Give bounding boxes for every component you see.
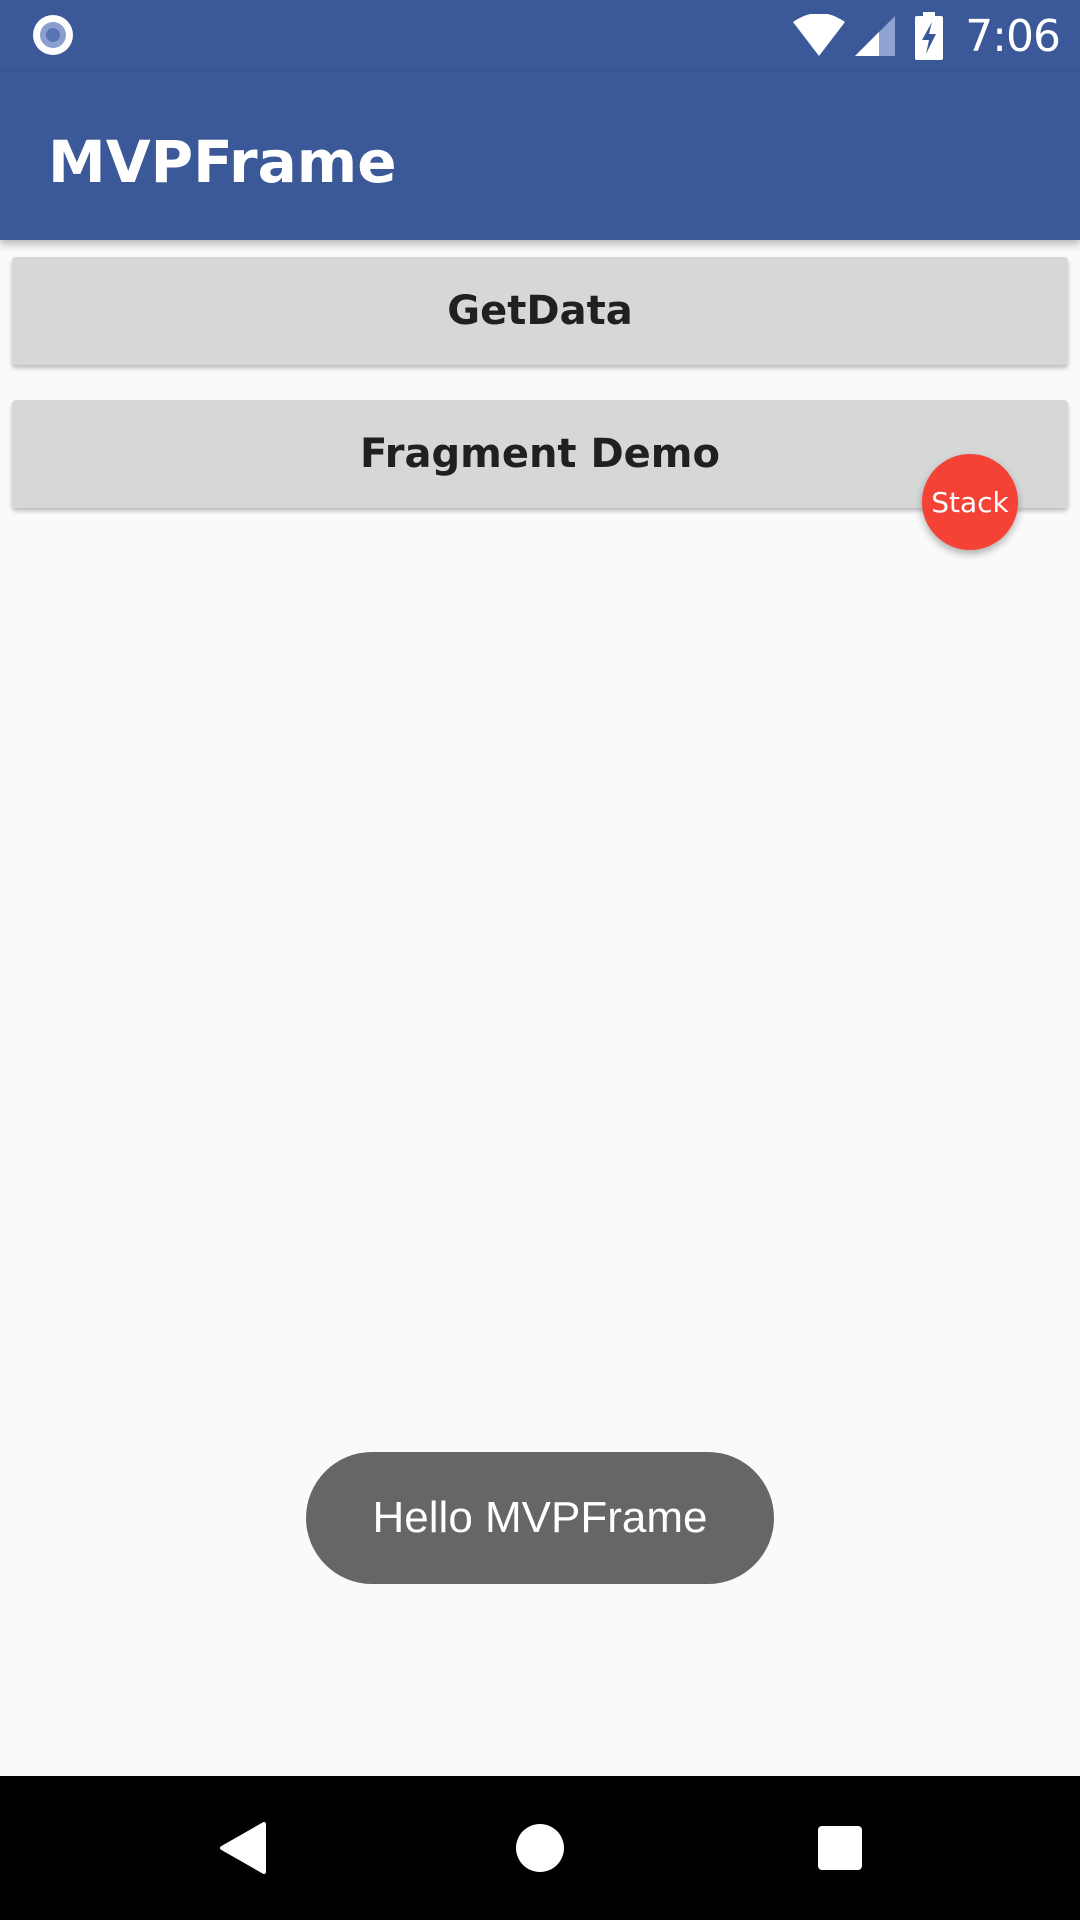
get-data-button[interactable]: GetData xyxy=(12,257,1068,365)
wifi-icon xyxy=(793,14,846,56)
nav-recents-button[interactable] xyxy=(768,1776,912,1920)
fragment-demo-button[interactable]: Fragment Demo xyxy=(12,400,1068,508)
toast-message: Hello MVPFrame xyxy=(306,1452,774,1584)
status-icons: 7:06 xyxy=(791,0,1061,72)
signal-icon xyxy=(855,16,896,56)
back-icon xyxy=(220,1822,266,1874)
recents-icon xyxy=(818,1826,862,1870)
nav-back-button[interactable] xyxy=(170,1776,314,1920)
nav-home-button[interactable] xyxy=(468,1776,612,1920)
status-clock: 7:06 xyxy=(965,10,1061,62)
app-title: MVPFrame xyxy=(48,128,397,196)
navigation-bar xyxy=(0,1776,1080,1920)
home-icon xyxy=(516,1824,564,1872)
notification-dot-icon xyxy=(33,15,73,55)
stack-fab-button[interactable]: Stack xyxy=(922,454,1018,550)
status-bar: 7:06 xyxy=(0,0,1080,72)
screen: 7:06 MVPFrame GetData Fragment Demo Stac… xyxy=(0,0,1080,1920)
battery-charging-icon xyxy=(915,12,944,60)
app-bar: MVPFrame xyxy=(0,72,1080,240)
